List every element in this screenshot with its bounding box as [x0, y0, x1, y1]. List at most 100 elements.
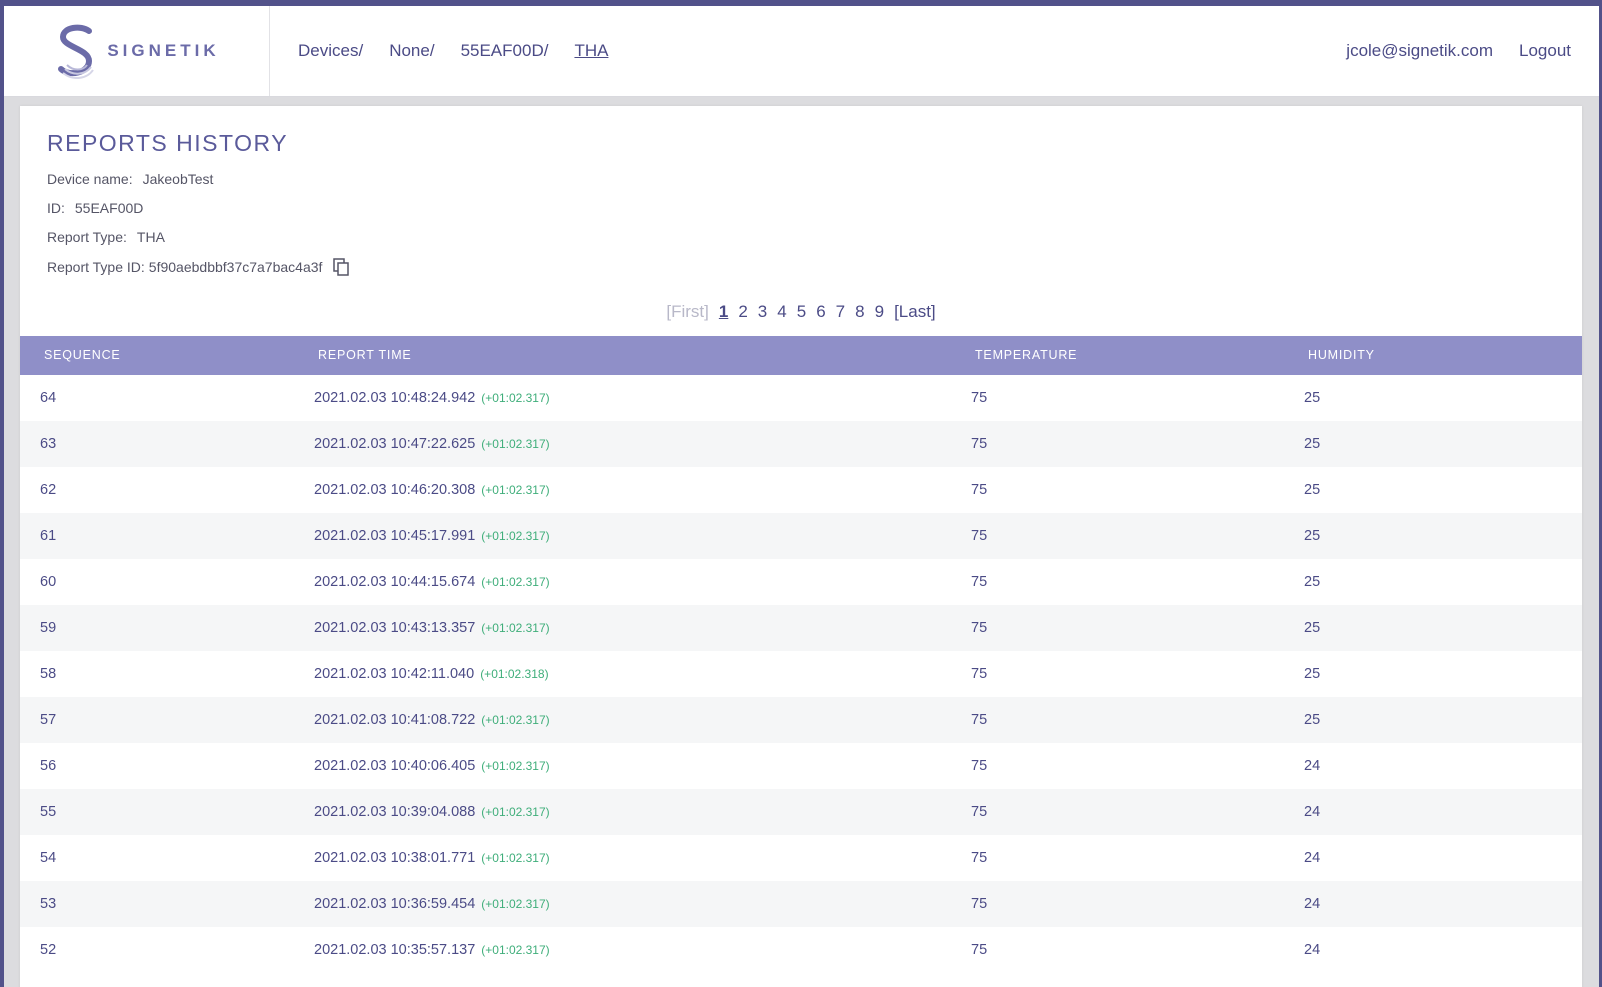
report-type-label: Report Type: — [47, 229, 127, 245]
col-report-time[interactable]: REPORT TIME — [318, 336, 412, 375]
table-row[interactable]: 56 2021.02.03 10:40:06.405 (+01:02.317) 7… — [20, 743, 1582, 789]
report-time-delta: (+01:02.317) — [481, 851, 550, 865]
table-row[interactable]: 64 2021.02.03 10:48:24.942 (+01:02.317) 7… — [20, 375, 1582, 421]
pager-page-3[interactable]: 3 — [758, 302, 767, 322]
report-time-value: 2021.02.03 10:44:15.674 — [314, 574, 476, 590]
signetik-logo-icon — [58, 24, 95, 79]
cell-temperature: 75 — [971, 482, 988, 498]
table-row[interactable]: 62 2021.02.03 10:46:20.308 (+01:02.317) 7… — [20, 467, 1582, 513]
device-name-value: JakeobTest — [142, 171, 214, 187]
cell-report-time: 2021.02.03 10:47:22.625 (+01:02.317) — [314, 421, 550, 467]
report-time-value: 2021.02.03 10:38:01.771 — [314, 850, 476, 866]
cell-humidity: 25 — [1304, 482, 1321, 498]
device-name-label: Device name: — [47, 171, 133, 187]
report-time-value: 2021.02.03 10:47:22.625 — [314, 436, 476, 452]
report-time-delta: (+01:02.317) — [481, 897, 550, 911]
cell-temperature: 75 — [971, 850, 988, 866]
pager-page-5[interactable]: 5 — [797, 302, 806, 322]
cell-temperature: 75 — [971, 666, 988, 682]
pager-page-1[interactable]: 1 — [719, 302, 728, 322]
cell-report-time: 2021.02.03 10:46:20.308 (+01:02.317) — [314, 467, 550, 513]
pager-page-4[interactable]: 4 — [777, 302, 786, 322]
pager-last[interactable]: [Last] — [894, 302, 936, 322]
cell-humidity: 25 — [1304, 666, 1321, 682]
breadcrumb-device[interactable]: 55EAF00D/ — [461, 41, 549, 61]
pager-page-2[interactable]: 2 — [738, 302, 747, 322]
report-type-id-value: 5f90aebdbbf37c7a7bac4a3f — [148, 259, 323, 275]
cell-humidity: 25 — [1304, 712, 1321, 728]
cell-sequence: 59 — [40, 620, 57, 636]
cell-sequence: 61 — [40, 528, 57, 544]
pager-first: [First] — [666, 302, 709, 321]
cell-report-time: 2021.02.03 10:35:57.137 (+01:02.317) — [314, 927, 550, 973]
report-time-value: 2021.02.03 10:48:24.942 — [314, 390, 476, 406]
cell-report-time: 2021.02.03 10:40:06.405 (+01:02.317) — [314, 743, 550, 789]
cell-sequence: 60 — [40, 574, 57, 590]
pager-page-6[interactable]: 6 — [816, 302, 825, 322]
logout-link[interactable]: Logout — [1519, 41, 1571, 61]
breadcrumb-devices[interactable]: Devices/ — [298, 41, 363, 61]
user-area: jcole@signetik.com Logout — [1346, 6, 1571, 96]
cell-humidity: 25 — [1304, 390, 1321, 406]
logo[interactable]: SIGNETIK — [4, 6, 270, 96]
cell-temperature: 75 — [971, 390, 988, 406]
report-time-delta: (+01:02.317) — [481, 943, 550, 957]
cell-sequence: 58 — [40, 666, 57, 682]
device-id-row: ID: 55EAF00D — [47, 200, 143, 216]
cell-sequence: 54 — [40, 850, 57, 866]
col-humidity[interactable]: HUMIDITY — [1308, 336, 1375, 375]
cell-humidity: 25 — [1304, 528, 1321, 544]
pager-page-7[interactable]: 7 — [836, 302, 845, 322]
cell-report-time: 2021.02.03 10:36:59.454 (+01:02.317) — [314, 881, 550, 927]
pager-page-9[interactable]: 9 — [875, 302, 884, 322]
report-time-value: 2021.02.03 10:42:11.040 — [314, 666, 475, 682]
page-title: REPORTS HISTORY — [47, 130, 289, 156]
logo-text: SIGNETIK — [107, 41, 220, 60]
table-row[interactable]: 60 2021.02.03 10:44:15.674 (+01:02.317) 7… — [20, 559, 1582, 605]
breadcrumb-report-type[interactable]: THA — [574, 41, 608, 61]
cell-humidity: 24 — [1304, 758, 1321, 774]
breadcrumb: Devices/ None/ 55EAF00D/ THA — [298, 6, 634, 96]
cell-humidity: 24 — [1304, 942, 1321, 958]
breadcrumb-group[interactable]: None/ — [389, 41, 434, 61]
table-row[interactable]: 52 2021.02.03 10:35:57.137 (+01:02.317) 7… — [20, 927, 1582, 973]
table-row[interactable]: 61 2021.02.03 10:45:17.991 (+01:02.317) 7… — [20, 513, 1582, 559]
col-temperature[interactable]: TEMPERATURE — [975, 336, 1077, 375]
pager-page-8[interactable]: 8 — [855, 302, 864, 322]
cell-sequence: 56 — [40, 758, 57, 774]
cell-sequence: 57 — [40, 712, 57, 728]
app-frame: SIGNETIK Devices/ None/ 55EAF00D/ THA jc… — [0, 0, 1602, 987]
report-type-value: THA — [136, 229, 165, 245]
cell-temperature: 75 — [971, 620, 988, 636]
report-time-delta: (+01:02.317) — [481, 759, 550, 773]
cell-report-time: 2021.02.03 10:38:01.771 (+01:02.317) — [314, 835, 550, 881]
report-type-id-label: Report Type ID: — [47, 259, 145, 275]
table-row[interactable]: 55 2021.02.03 10:39:04.088 (+01:02.317) 7… — [20, 789, 1582, 835]
report-time-delta: (+01:02.317) — [481, 805, 550, 819]
report-time-delta: (+01:02.317) — [481, 621, 550, 635]
cell-humidity: 25 — [1304, 436, 1321, 452]
copy-icon[interactable] — [332, 258, 350, 276]
top-header: SIGNETIK Devices/ None/ 55EAF00D/ THA jc… — [4, 6, 1599, 97]
cell-humidity: 25 — [1304, 574, 1321, 590]
col-sequence[interactable]: SEQUENCE — [44, 336, 121, 375]
report-type-id-row: Report Type ID: 5f90aebdbbf37c7a7bac4a3f — [47, 258, 350, 276]
cell-temperature: 75 — [971, 758, 988, 774]
report-type-row: Report Type: THA — [47, 229, 165, 245]
cell-sequence: 53 — [40, 896, 57, 912]
table-row[interactable]: 63 2021.02.03 10:47:22.625 (+01:02.317) 7… — [20, 421, 1582, 467]
user-email-link[interactable]: jcole@signetik.com — [1346, 41, 1493, 61]
table-row[interactable]: 54 2021.02.03 10:38:01.771 (+01:02.317) 7… — [20, 835, 1582, 881]
report-time-value: 2021.02.03 10:43:13.357 — [314, 620, 476, 636]
table-row[interactable]: 57 2021.02.03 10:41:08.722 (+01:02.317) 7… — [20, 697, 1582, 743]
table-row[interactable]: 53 2021.02.03 10:36:59.454 (+01:02.317) 7… — [20, 881, 1582, 927]
table-body: 64 2021.02.03 10:48:24.942 (+01:02.317) 7… — [20, 375, 1582, 973]
cell-report-time: 2021.02.03 10:48:24.942 (+01:02.317) — [314, 375, 550, 421]
device-name-row: Device name: JakeobTest — [47, 171, 213, 187]
table-row[interactable]: 58 2021.02.03 10:42:11.040 (+01:02.318) 7… — [20, 651, 1582, 697]
cell-temperature: 75 — [971, 436, 988, 452]
report-time-value: 2021.02.03 10:39:04.088 — [314, 804, 476, 820]
report-time-value: 2021.02.03 10:41:08.722 — [314, 712, 476, 728]
cell-sequence: 55 — [40, 804, 57, 820]
table-row[interactable]: 59 2021.02.03 10:43:13.357 (+01:02.317) 7… — [20, 605, 1582, 651]
